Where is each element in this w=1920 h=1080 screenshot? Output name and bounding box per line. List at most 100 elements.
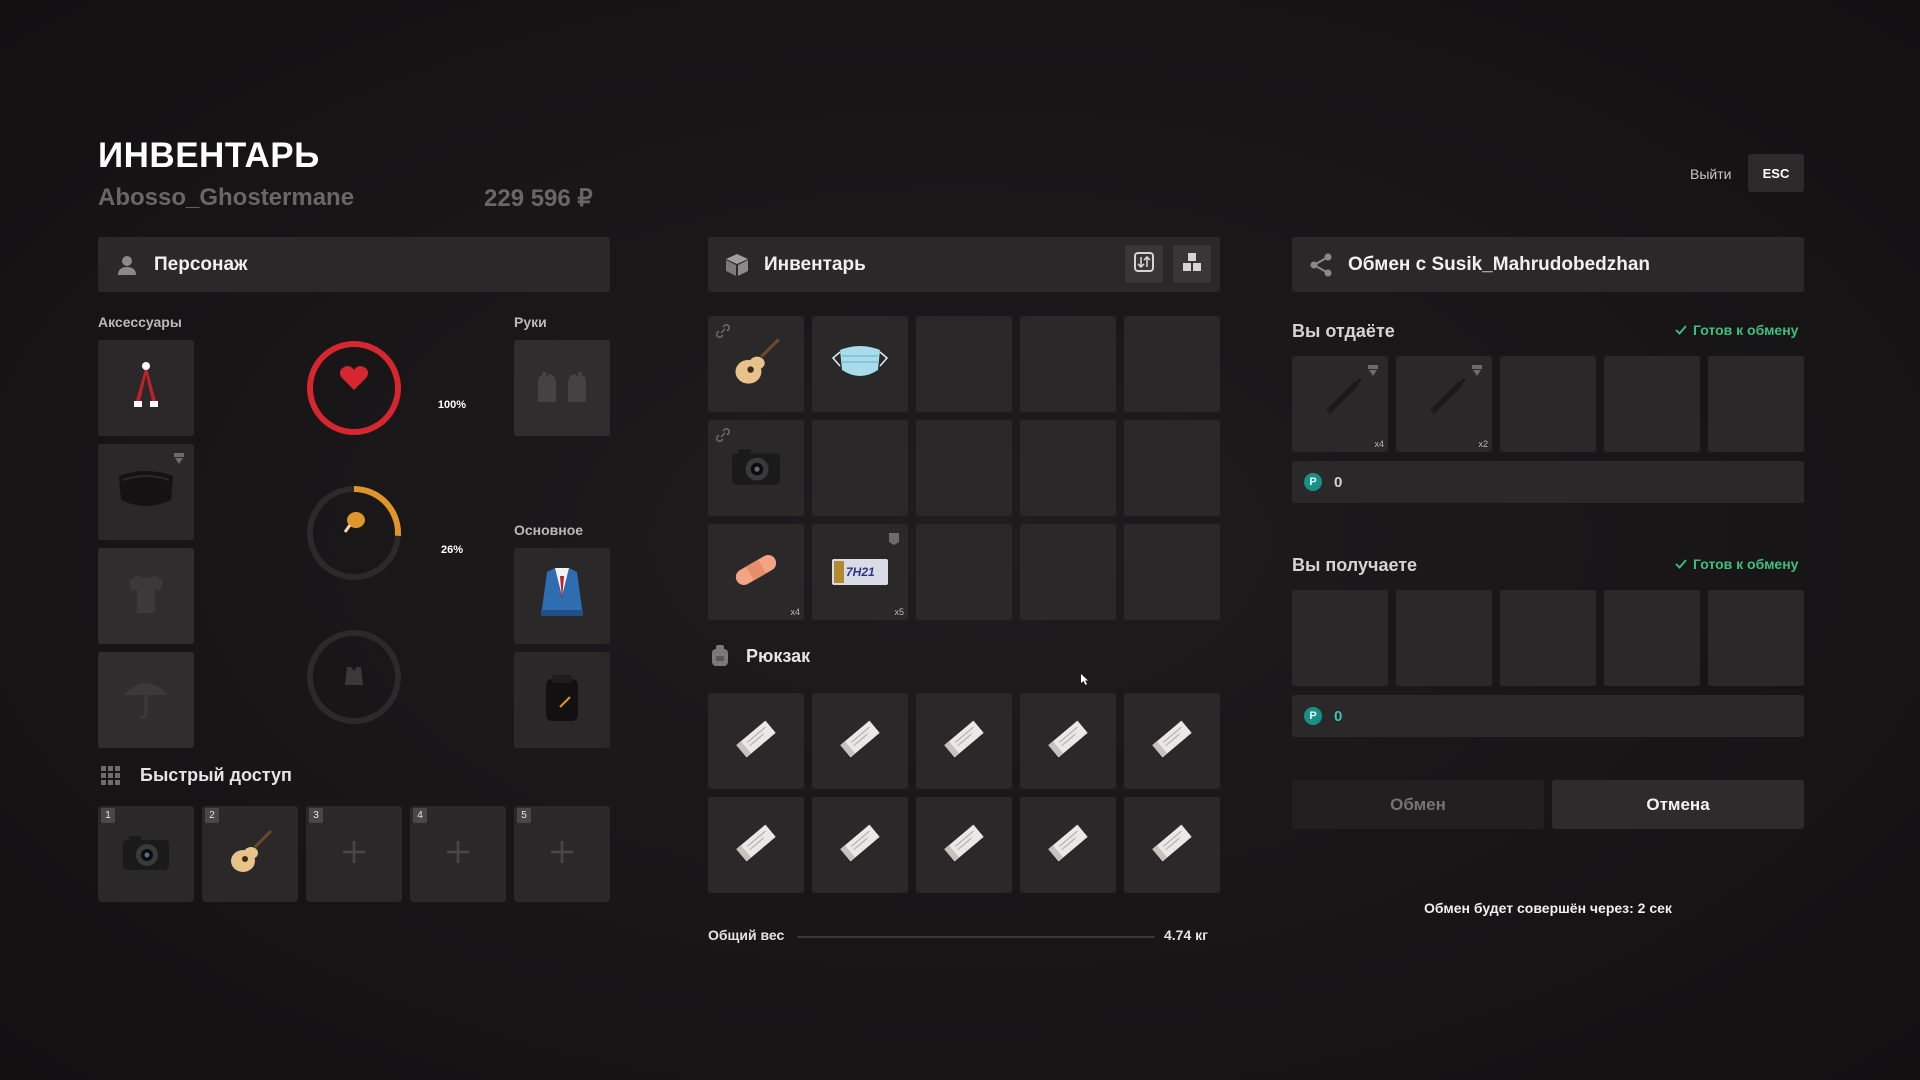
backpack-slot[interactable]	[708, 797, 804, 893]
heart-icon	[339, 365, 369, 396]
weight-bar	[797, 936, 1155, 938]
sort-button[interactable]	[1125, 245, 1163, 283]
give-slot[interactable]	[1500, 356, 1596, 452]
backpack-slot[interactable]	[1020, 693, 1116, 789]
give-title: Вы отдаёте	[1292, 321, 1395, 341]
trade-panel-title: Обмен с Susik_Mahrudobedzhan	[1348, 253, 1651, 275]
accessory-slot-mask[interactable]	[98, 444, 194, 540]
quick-slot-number: 1	[101, 808, 115, 823]
receive-ready-label: Готов к обмену	[1693, 556, 1799, 572]
quick-slot-1[interactable]: 1	[98, 806, 194, 902]
ticket-icon	[731, 818, 781, 873]
exit-label[interactable]: Выйти	[1690, 166, 1731, 182]
drop-arrow-icon	[173, 452, 185, 470]
coin-icon: Р	[1304, 473, 1322, 491]
weight-value: 4.74 кг	[1164, 927, 1208, 943]
inventory-slot[interactable]	[916, 316, 1012, 412]
backpack-slot[interactable]	[1124, 693, 1220, 789]
inventory-slot[interactable]	[812, 420, 908, 516]
character-panel-header: Персонаж	[98, 237, 610, 292]
backpack-slot[interactable]	[916, 693, 1012, 789]
box-icon	[724, 252, 750, 278]
give-slot[interactable]: x2	[1396, 356, 1492, 452]
inventory-slot[interactable]	[1020, 524, 1116, 620]
inventory-slot[interactable]	[708, 420, 804, 516]
cancel-button[interactable]: Отмена	[1552, 780, 1804, 829]
backpack-slot[interactable]	[708, 693, 804, 789]
receive-slot[interactable]	[1292, 590, 1388, 686]
hands-slot[interactable]	[514, 340, 610, 436]
item-quantity: x4	[790, 607, 800, 617]
receive-slot[interactable]	[1500, 590, 1596, 686]
drop-arrow-icon	[1471, 364, 1483, 382]
quick-slot-number: 5	[517, 808, 531, 823]
check-icon	[1675, 556, 1687, 572]
inventory-slot[interactable]	[708, 316, 804, 412]
backpack-small-icon	[711, 645, 729, 672]
inventory-slot[interactable]	[916, 420, 1012, 516]
accessory-slot-umbrella[interactable]	[98, 652, 194, 748]
esc-button[interactable]: ESC	[1748, 154, 1804, 192]
food-icon	[341, 510, 367, 541]
receive-slot[interactable]	[1396, 590, 1492, 686]
tshirt-icon	[123, 571, 169, 622]
plus-icon	[549, 839, 575, 870]
drop-arrow-icon	[1367, 364, 1379, 382]
quick-access-title: Быстрый доступ	[140, 765, 292, 785]
quick-slot-number: 3	[309, 808, 323, 823]
backpack-slot[interactable]	[812, 693, 908, 789]
trade-panel-header: Обмен с Susik_Mahrudobedzhan	[1292, 237, 1804, 292]
weight-label: Общий вес	[708, 927, 785, 943]
give-money-field[interactable]: Р 0	[1292, 461, 1804, 503]
give-slot[interactable]: x4	[1292, 356, 1388, 452]
item-quantity: x4	[1374, 439, 1384, 449]
health-ring: 100%	[305, 339, 466, 437]
person-icon	[114, 252, 140, 278]
quick-slot-5[interactable]: 5	[514, 806, 610, 902]
backpack-slot[interactable]	[1124, 797, 1220, 893]
santa-hat-icon	[126, 361, 166, 416]
ticket-icon	[731, 714, 781, 769]
inventory-slot[interactable]	[812, 316, 908, 412]
inventory-slot[interactable]	[1124, 316, 1220, 412]
receive-slot[interactable]	[1604, 590, 1700, 686]
backpack-title: Рюкзак	[746, 646, 811, 666]
player-money: 229 596 ₽	[484, 185, 593, 212]
give-slot[interactable]	[1604, 356, 1700, 452]
give-slot[interactable]	[1708, 356, 1804, 452]
quick-slot-4[interactable]: 4	[410, 806, 506, 902]
inventory-slot[interactable]: x4	[708, 524, 804, 620]
exchange-button[interactable]: Обмен	[1292, 780, 1544, 829]
backpack-slot[interactable]	[916, 797, 1012, 893]
main-slot-clothes[interactable]	[514, 548, 610, 644]
accessory-slot-shirt[interactable]	[98, 548, 194, 644]
quick-slot-3[interactable]: 3	[306, 806, 402, 902]
page-title: ИНВЕНТАРЬ	[98, 136, 320, 175]
hunger-value: 26%	[440, 544, 464, 556]
plus-icon	[445, 839, 471, 870]
main-slot-backpack[interactable]	[514, 652, 610, 748]
accessory-slot-hat[interactable]	[98, 340, 194, 436]
check-icon	[1675, 322, 1687, 338]
gloves-icon	[534, 368, 590, 409]
inventory-slot[interactable]	[916, 524, 1012, 620]
quick-slot-number: 4	[413, 808, 427, 823]
inventory-slot[interactable]	[1124, 524, 1220, 620]
link-icon	[716, 324, 730, 343]
backpack-slot[interactable]	[812, 797, 908, 893]
inventory-slot[interactable]	[1020, 420, 1116, 516]
quick-slot-2[interactable]: 2	[202, 806, 298, 902]
inventory-slot[interactable]: 7H21 x5	[812, 524, 908, 620]
ticket-icon	[1147, 818, 1197, 873]
ticket-icon	[1147, 714, 1197, 769]
hands-label: Руки	[514, 314, 547, 330]
armor-ring	[305, 628, 403, 726]
umbrella-icon	[121, 675, 171, 726]
backpack-slot[interactable]	[1020, 797, 1116, 893]
stack-button[interactable]	[1173, 245, 1211, 283]
receive-money-value: 0	[1334, 707, 1343, 725]
item-quantity: x5	[894, 607, 904, 617]
inventory-slot[interactable]	[1020, 316, 1116, 412]
inventory-slot[interactable]	[1124, 420, 1220, 516]
receive-slot[interactable]	[1708, 590, 1804, 686]
